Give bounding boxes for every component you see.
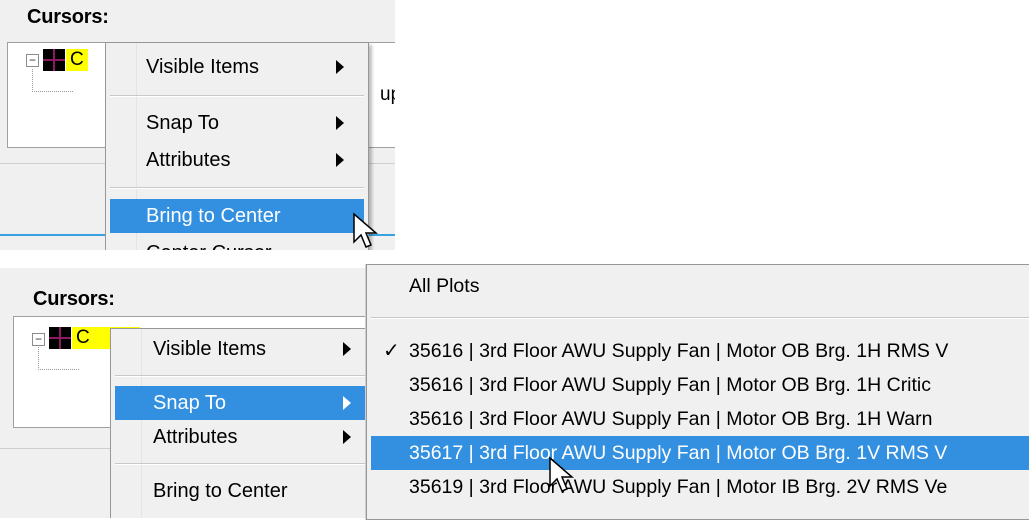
menu-separator	[115, 463, 365, 465]
submenu-arrow-icon	[336, 116, 344, 130]
menu-item-label: Attributes	[146, 149, 231, 171]
mouse-pointer-icon	[353, 212, 379, 248]
menu-item-label: Visible Items	[153, 338, 267, 360]
menu-item-bring-to-center[interactable]: Bring to Center	[110, 199, 364, 233]
submenu-item-plot[interactable]: 35616 | 3rd Floor AWU Supply Fan | Motor…	[367, 402, 1029, 436]
menu-item-visible-items[interactable]: Visible Items	[111, 332, 369, 366]
submenu-arrow-icon	[343, 430, 351, 444]
cursor-icon	[43, 49, 65, 71]
submenu-item-plot[interactable]: 35619 | 3rd Floor AWU Supply Fan | Motor…	[367, 470, 1029, 504]
cursors-panel-bottom: Cursors: − C Visible Items Snap To Attri…	[0, 268, 370, 518]
menu-item-center-cursor[interactable]: Center Cursor	[106, 236, 368, 250]
menu-separator	[110, 95, 364, 97]
snap-to-submenu: All Plots ✓ 35616 | 3rd Floor AWU Supply…	[366, 264, 1029, 520]
collapse-toggle[interactable]: −	[32, 333, 45, 346]
menu-item-visible-items[interactable]: Visible Items	[106, 50, 368, 84]
cursors-panel-top: Cursors: − C up Visible Items Snap To At…	[0, 0, 395, 250]
menu-item-attributes[interactable]: Attributes	[106, 143, 368, 177]
submenu-item-plot-selected[interactable]: 35617 | 3rd Floor AWU Supply Fan | Motor…	[371, 436, 1029, 470]
collapse-toggle[interactable]: −	[26, 54, 39, 67]
submenu-item-label: 35617 | 3rd Floor AWU Supply Fan | Motor…	[409, 442, 948, 464]
submenu-arrow-icon	[336, 153, 344, 167]
submenu-item-label: 35616 | 3rd Floor AWU Supply Fan | Motor…	[409, 340, 949, 362]
tree-connector	[38, 347, 79, 370]
cursors-title: Cursors:	[33, 288, 115, 310]
menu-item-bring-to-center[interactable]: Bring to Center	[111, 474, 369, 508]
cursor-item-label[interactable]: C	[66, 49, 88, 71]
mouse-pointer-icon	[549, 456, 575, 492]
submenu-item-plot[interactable]: 35616 | 3rd Floor AWU Supply Fan | Motor…	[367, 368, 1029, 402]
cursor-icon	[49, 327, 71, 349]
submenu-item-label: 35616 | 3rd Floor AWU Supply Fan | Motor…	[409, 374, 932, 396]
menu-separator	[115, 375, 365, 377]
submenu-item-plot[interactable]: ✓ 35616 | 3rd Floor AWU Supply Fan | Mot…	[367, 334, 1029, 368]
menu-item-attributes[interactable]: Attributes	[111, 420, 369, 454]
tree-connector	[32, 69, 73, 92]
submenu-item-label: 35616 | 3rd Floor AWU Supply Fan | Motor…	[409, 408, 933, 430]
menu-item-snap-to[interactable]: Snap To	[115, 386, 365, 420]
submenu-item-label: All Plots	[409, 275, 480, 297]
cursors-title: Cursors:	[27, 6, 109, 28]
context-menu-bottom: Visible Items Snap To Attributes Bring t…	[110, 328, 370, 518]
menu-item-label: Snap To	[153, 392, 227, 414]
menu-separator	[110, 187, 364, 189]
menu-item-label: Bring to Center	[153, 480, 288, 502]
menu-item-label: Center Cursor	[146, 236, 272, 250]
submenu-item-all-plots[interactable]: All Plots	[367, 269, 1029, 303]
submenu-arrow-icon	[336, 60, 344, 74]
menu-item-snap-to[interactable]: Snap To	[106, 106, 368, 140]
checkmark-icon: ✓	[383, 340, 400, 362]
submenu-arrow-icon	[343, 396, 351, 410]
submenu-arrow-icon	[343, 342, 351, 356]
menu-separator	[371, 317, 1029, 319]
submenu-item-label: 35619 | 3rd Floor AWU Supply Fan | Motor…	[409, 476, 948, 498]
context-menu-top: Visible Items Snap To Attributes Bring t…	[105, 42, 369, 250]
menu-item-label: Attributes	[153, 426, 238, 448]
tree-child-peek: up	[380, 84, 395, 105]
menu-item-label: Bring to Center	[146, 205, 281, 227]
menu-item-label: Visible Items	[146, 56, 260, 78]
menu-item-label: Snap To	[146, 112, 220, 134]
